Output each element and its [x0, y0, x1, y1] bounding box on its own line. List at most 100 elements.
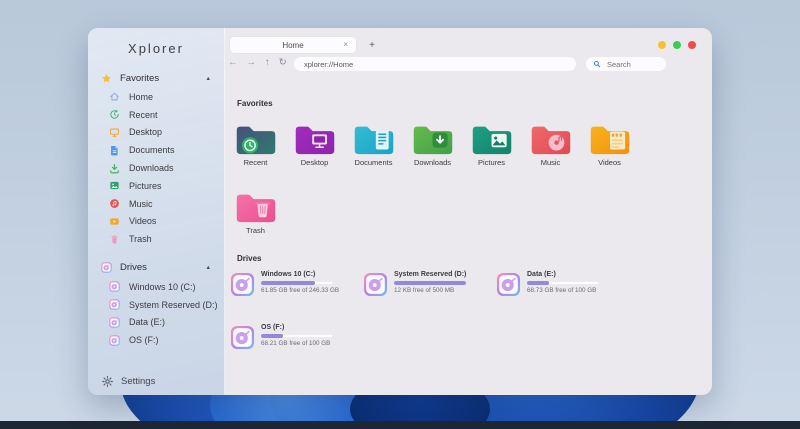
- sidebar-drives-list: Windows 10 (C:) System Reserved (D:) Dat…: [88, 278, 224, 349]
- sidebar-item-trash[interactable]: Trash: [88, 230, 224, 248]
- settings-button[interactable]: Settings: [101, 375, 155, 388]
- navigation-buttons: ← → ↑ ↻: [228, 55, 287, 71]
- address-bar[interactable]: [294, 57, 576, 71]
- search-icon: [593, 60, 601, 68]
- folder-desktop[interactable]: Desktop: [285, 120, 344, 188]
- trash-icon: [109, 234, 120, 245]
- sidebar-section-drives[interactable]: Drives ▲: [88, 261, 224, 274]
- folder-label: Pictures: [478, 158, 505, 167]
- taskbar[interactable]: [0, 421, 800, 429]
- drive-free-space: 12 KB free of 500 MB: [394, 287, 466, 294]
- disk-icon: [363, 272, 388, 297]
- disk-usage-bar: [527, 281, 599, 285]
- search-input[interactable]: [605, 59, 659, 70]
- close-button[interactable]: [688, 41, 696, 49]
- disk-icon: [109, 281, 120, 292]
- sidebar-item-videos[interactable]: Videos: [88, 213, 224, 231]
- sidebar-item-os-f[interactable]: OS (F:): [88, 331, 224, 349]
- drive-windows-10-c[interactable]: Windows 10 (C:) 61.85 GB free of 246.33 …: [230, 271, 356, 324]
- home-icon: [109, 91, 120, 102]
- star-icon: [101, 73, 112, 84]
- sidebar-item-label: Music: [129, 199, 153, 209]
- drive-free-space: 61.85 GB free of 246.33 GB: [261, 287, 339, 294]
- sidebar-item-label: Recent: [129, 110, 158, 120]
- folder-pictures[interactable]: Pictures: [462, 120, 521, 188]
- sidebar-item-label: Home: [129, 92, 153, 102]
- drive-data-e[interactable]: Data (E:) 68.73 GB free of 100 GB: [496, 271, 622, 324]
- drives-grid: Windows 10 (C:) 61.85 GB free of 246.33 …: [230, 271, 629, 377]
- search-box[interactable]: [586, 57, 666, 71]
- sidebar-section-favorites[interactable]: Favorites ▲: [88, 72, 224, 85]
- folder-label: Music: [541, 158, 561, 167]
- back-icon[interactable]: ←: [228, 58, 238, 68]
- section-label: Favorites: [120, 73, 159, 84]
- sidebar-item-label: Pictures: [129, 181, 162, 191]
- sidebar-favorites-list: Home Recent Desktop Documents Downloads …: [88, 88, 224, 248]
- sidebar-item-desktop[interactable]: Desktop: [88, 124, 224, 142]
- sidebar-item-downloads[interactable]: Downloads: [88, 159, 224, 177]
- recent-folder-icon: [234, 120, 278, 157]
- folder-trash[interactable]: Trash: [226, 188, 285, 256]
- folder-documents[interactable]: Documents: [344, 120, 403, 188]
- sidebar-item-label: Trash: [129, 234, 152, 244]
- trash-folder-icon: [234, 188, 278, 225]
- folder-label: Downloads: [414, 158, 451, 167]
- forward-icon[interactable]: →: [247, 58, 257, 68]
- disk-usage-bar: [261, 334, 333, 338]
- xplorer-window: Xplorer Favorites ▲ Home Recent Desktop …: [88, 28, 712, 395]
- minimize-button[interactable]: [658, 41, 666, 49]
- drive-name: Data (E:): [527, 271, 599, 278]
- sidebar-item-data-e[interactable]: Data (E:): [88, 314, 224, 332]
- disk-icon: [230, 325, 255, 350]
- drive-system-reserved-d[interactable]: System Reserved (D:) 12 KB free of 500 M…: [363, 271, 489, 324]
- sidebar-item-label: Downloads: [129, 163, 174, 173]
- maximize-button[interactable]: [673, 41, 681, 49]
- sidebar-item-label: Documents: [129, 145, 175, 155]
- disk-icon: [101, 262, 112, 273]
- drive-free-space: 68.73 GB free of 100 GB: [527, 287, 599, 294]
- refresh-icon[interactable]: ↻: [279, 58, 287, 68]
- disk-icon: [109, 299, 120, 310]
- drive-free-space: 68.21 GB free of 100 GB: [261, 340, 333, 347]
- drives-header: Drives: [237, 254, 261, 263]
- collapse-arrow-icon[interactable]: ▲: [206, 76, 211, 82]
- tab-close-icon[interactable]: ×: [343, 41, 348, 49]
- tab-label: Home: [282, 41, 303, 50]
- sidebar-item-documents[interactable]: Documents: [88, 141, 224, 159]
- desktop-icon: [109, 127, 120, 138]
- music-icon: [109, 198, 120, 209]
- disk-icon: [496, 272, 521, 297]
- downloads-folder-icon: [411, 120, 455, 157]
- drive-os-f[interactable]: OS (F:) 68.21 GB free of 100 GB: [230, 324, 356, 377]
- documents-folder-icon: [352, 120, 396, 157]
- folder-music[interactable]: Music: [521, 120, 580, 188]
- folder-label: Desktop: [301, 158, 329, 167]
- sidebar-item-system-reserved-d[interactable]: System Reserved (D:): [88, 296, 224, 314]
- favorites-header: Favorites: [237, 99, 273, 108]
- drive-name: OS (F:): [261, 324, 333, 331]
- sidebar-item-windows-10-c[interactable]: Windows 10 (C:): [88, 278, 224, 296]
- new-tab-button[interactable]: +: [364, 37, 380, 53]
- sidebar: Xplorer Favorites ▲ Home Recent Desktop …: [88, 28, 225, 395]
- pictures-icon: [109, 180, 120, 191]
- folder-label: Videos: [598, 158, 621, 167]
- desktop-folder-icon: [293, 120, 337, 157]
- desktop: Xplorer Favorites ▲ Home Recent Desktop …: [0, 0, 800, 429]
- folder-downloads[interactable]: Downloads: [403, 120, 462, 188]
- drive-name: Windows 10 (C:): [261, 271, 339, 278]
- folder-recent[interactable]: Recent: [226, 120, 285, 188]
- sidebar-item-label: Windows 10 (C:): [129, 282, 196, 292]
- folder-videos[interactable]: Videos: [580, 120, 639, 188]
- sidebar-item-home[interactable]: Home: [88, 88, 224, 106]
- favorites-grid: Recent Desktop Documents Downloads Pictu…: [226, 120, 639, 256]
- sidebar-item-recent[interactable]: Recent: [88, 106, 224, 124]
- sidebar-item-music[interactable]: Music: [88, 195, 224, 213]
- folder-label: Trash: [246, 226, 265, 235]
- sidebar-item-pictures[interactable]: Pictures: [88, 177, 224, 195]
- sidebar-item-label: OS (F:): [129, 335, 159, 345]
- window-controls: [658, 41, 696, 49]
- tab-home[interactable]: Home ×: [230, 37, 356, 53]
- up-icon[interactable]: ↑: [265, 58, 270, 68]
- sidebar-item-label: System Reserved (D:): [129, 300, 218, 310]
- collapse-arrow-icon[interactable]: ▲: [206, 265, 211, 271]
